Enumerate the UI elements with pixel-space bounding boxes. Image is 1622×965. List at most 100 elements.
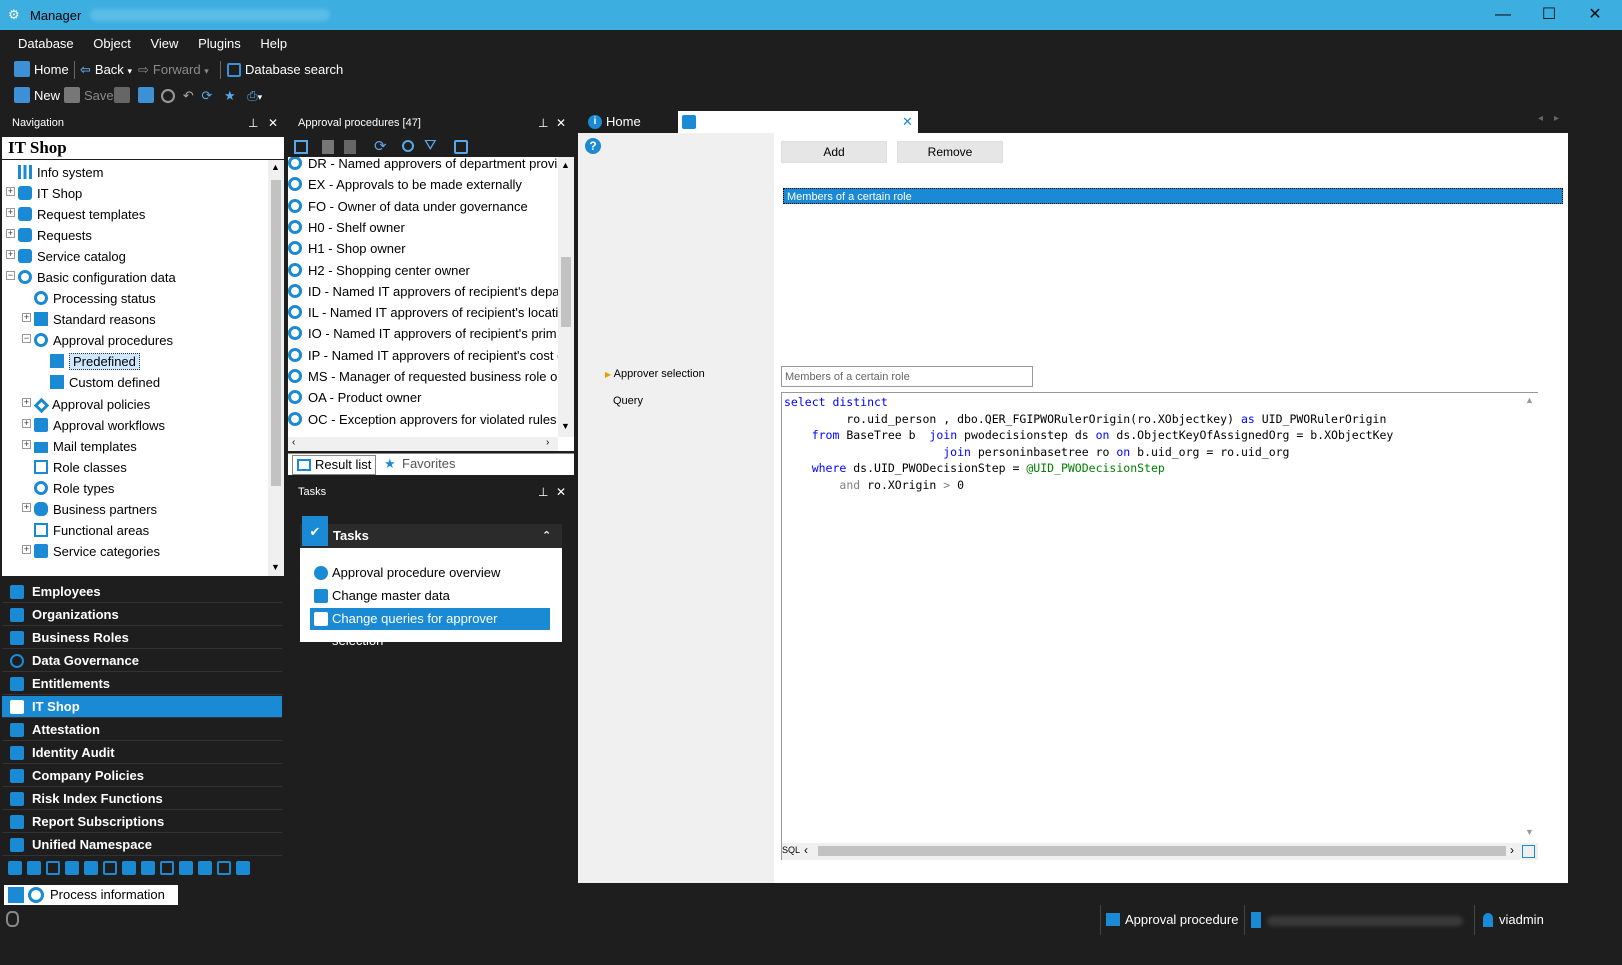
close-panel-icon[interactable]: ✕ — [556, 111, 566, 135]
sql-hscrollbar[interactable]: SQL ‹ › — [782, 843, 1538, 860]
delete-icon[interactable] — [114, 87, 130, 103]
task-approval-procedure-overview[interactable]: Approval procedure overview — [310, 562, 550, 584]
close-button[interactable]: ✕ — [1572, 0, 1618, 30]
list-item[interactable]: IO - Named IT approvers of recipient's p… — [288, 323, 558, 344]
database-icon[interactable] — [454, 140, 468, 154]
tree-item-approval-policies[interactable]: Approval policies — [33, 394, 150, 415]
list-item[interactable]: OC - Exception approvers for violated ru… — [288, 409, 558, 430]
list-item[interactable]: IL - Named IT approvers of recipient's l… — [288, 302, 558, 323]
back-button[interactable]: ⇦ Back ▾ — [80, 60, 132, 81]
scroll-up-icon[interactable]: ▲ — [1525, 395, 1534, 405]
expand-icon[interactable]: + — [6, 250, 15, 259]
tree-item-role-types[interactable]: Role types — [34, 478, 114, 499]
home-button[interactable]: Home — [14, 60, 69, 80]
scroll-up-icon[interactable]: ▲ — [561, 160, 570, 170]
expand-editor-icon[interactable] — [1522, 845, 1535, 858]
delete-icon[interactable] — [344, 140, 356, 154]
expand-icon[interactable]: + — [22, 440, 31, 449]
undo-icon[interactable]: ↶ — [183, 88, 194, 103]
list-item[interactable]: H2 - Shopping center owner — [288, 260, 558, 281]
category-shortcut-icon[interactable] — [84, 861, 98, 875]
remove-button[interactable]: Remove — [897, 141, 1003, 163]
forward-dropdown-icon[interactable]: ▾ — [204, 66, 209, 76]
category-business-roles[interactable]: Business Roles — [2, 627, 282, 649]
close-panel-icon[interactable]: ✕ — [556, 480, 566, 504]
category-shortcut-icon[interactable] — [8, 861, 22, 875]
scroll-down-icon[interactable]: ▼ — [1525, 827, 1534, 837]
save-button[interactable]: Save — [64, 86, 114, 106]
print-dropdown-icon[interactable]: ▾ — [258, 92, 263, 102]
task-change-queries[interactable]: Change queries for approver selection — [310, 608, 550, 648]
tree-item-approval-workflows[interactable]: Approval workflows — [34, 415, 165, 436]
process-information-tab[interactable]: Process information — [4, 885, 178, 905]
list-hscrollbar[interactable]: ‹ › — [288, 437, 558, 451]
pin-icon[interactable]: ⊥ — [248, 111, 258, 135]
category-shortcut-icon[interactable] — [217, 861, 231, 875]
add-button[interactable]: Add — [781, 141, 887, 163]
menu-object[interactable]: Object — [85, 32, 139, 56]
open-icon[interactable] — [294, 140, 308, 154]
list-scrollbar[interactable]: ▲ ▼ — [558, 157, 574, 437]
sql-vscrollbar[interactable]: ▲ ▼ — [1522, 393, 1538, 843]
list-item[interactable]: DR - Named approvers of department provi — [288, 157, 558, 174]
tree-item-mail-templates[interactable]: Mail templates — [34, 436, 137, 457]
database-search-button[interactable]: Database search — [227, 60, 343, 80]
sql-hscrollbar-thumb[interactable] — [818, 846, 1506, 856]
category-shortcut-icon[interactable] — [179, 861, 193, 875]
collapse-icon[interactable]: − — [6, 271, 15, 280]
category-shortcut-icon[interactable] — [122, 861, 136, 875]
category-organizations[interactable]: Organizations — [2, 604, 282, 626]
pin-icon[interactable]: ⊥ — [538, 111, 548, 135]
sql-editor[interactable]: select distinct ro.uid_person , dbo.QER_… — [781, 392, 1538, 860]
tree-item-standard-reasons[interactable]: Standard reasons — [34, 309, 156, 330]
forward-button[interactable]: ⇨ Forward ▾ — [138, 60, 209, 81]
category-report-subscriptions[interactable]: Report Subscriptions — [2, 811, 282, 833]
tree-item-predefined[interactable]: Predefined — [50, 351, 140, 372]
tree-item-role-classes[interactable]: Role classes — [34, 457, 127, 478]
tree-item-service-categories[interactable]: Service categories — [34, 541, 160, 562]
scroll-left-icon[interactable]: ‹ — [292, 437, 295, 448]
category-shortcut-icon[interactable] — [141, 861, 155, 875]
selected-query-row[interactable]: Members of a certain role — [783, 188, 1563, 204]
filter-icon[interactable]: ⛛ — [424, 137, 437, 154]
category-shortcut-icon[interactable] — [160, 861, 174, 875]
menu-plugins[interactable]: Plugins — [190, 32, 249, 56]
tree-item-info-system[interactable]: Info system — [18, 162, 103, 183]
category-data-governance[interactable]: Data Governance — [2, 650, 282, 672]
minimize-button[interactable]: — — [1480, 0, 1526, 30]
tree-item-functional-areas[interactable]: Functional areas — [34, 520, 149, 541]
category-identity-audit[interactable]: Identity Audit — [2, 742, 282, 764]
tree-item-service-catalog[interactable]: Service catalog — [18, 246, 126, 267]
tree-item-custom-defined[interactable]: Custom defined — [50, 372, 160, 393]
scroll-left-icon[interactable]: ‹ — [804, 843, 808, 857]
pin-icon[interactable]: ⊥ — [538, 480, 548, 504]
expand-icon[interactable]: + — [22, 503, 31, 512]
back-dropdown-icon[interactable]: ▾ — [127, 66, 132, 76]
list-item[interactable]: H1 - Shop owner — [288, 238, 558, 259]
category-it-shop[interactable]: IT Shop — [2, 696, 282, 718]
tree-item-it-shop[interactable]: IT Shop — [18, 183, 82, 204]
menu-help[interactable]: Help — [252, 32, 295, 56]
expand-icon[interactable]: + — [22, 398, 31, 407]
category-shortcut-icon[interactable] — [27, 861, 41, 875]
expand-icon[interactable]: + — [22, 313, 31, 322]
help-icon[interactable]: ? — [585, 138, 601, 154]
menu-database[interactable]: Database — [10, 32, 82, 56]
scroll-right-icon[interactable]: › — [546, 437, 549, 448]
tree-item-requests[interactable]: Requests — [18, 225, 92, 246]
scroll-down-icon[interactable]: ▼ — [271, 562, 280, 572]
tab-scroll-right-icon[interactable]: ▸ — [1554, 113, 1559, 124]
menu-view[interactable]: View — [142, 32, 186, 56]
category-entitlements[interactable]: Entitlements — [2, 673, 282, 695]
sql-code[interactable]: select distinct ro.uid_person , dbo.QER_… — [784, 394, 1393, 493]
task-change-master-data[interactable]: Change master data — [310, 585, 550, 607]
refresh-icon[interactable]: ⟳ — [374, 137, 387, 155]
category-shortcut-icon[interactable] — [103, 861, 117, 875]
expand-icon[interactable]: + — [22, 419, 31, 428]
scroll-down-icon[interactable]: ▼ — [561, 421, 570, 431]
list-item[interactable]: EX - Approvals to be made externally — [288, 174, 558, 195]
tab-scroll-left-icon[interactable]: ◂ — [1538, 113, 1543, 124]
maximize-button[interactable]: ☐ — [1526, 0, 1572, 30]
collapse-chevron-icon[interactable]: ⌃ — [542, 524, 551, 548]
tab-result-list[interactable]: Result list — [292, 455, 376, 475]
